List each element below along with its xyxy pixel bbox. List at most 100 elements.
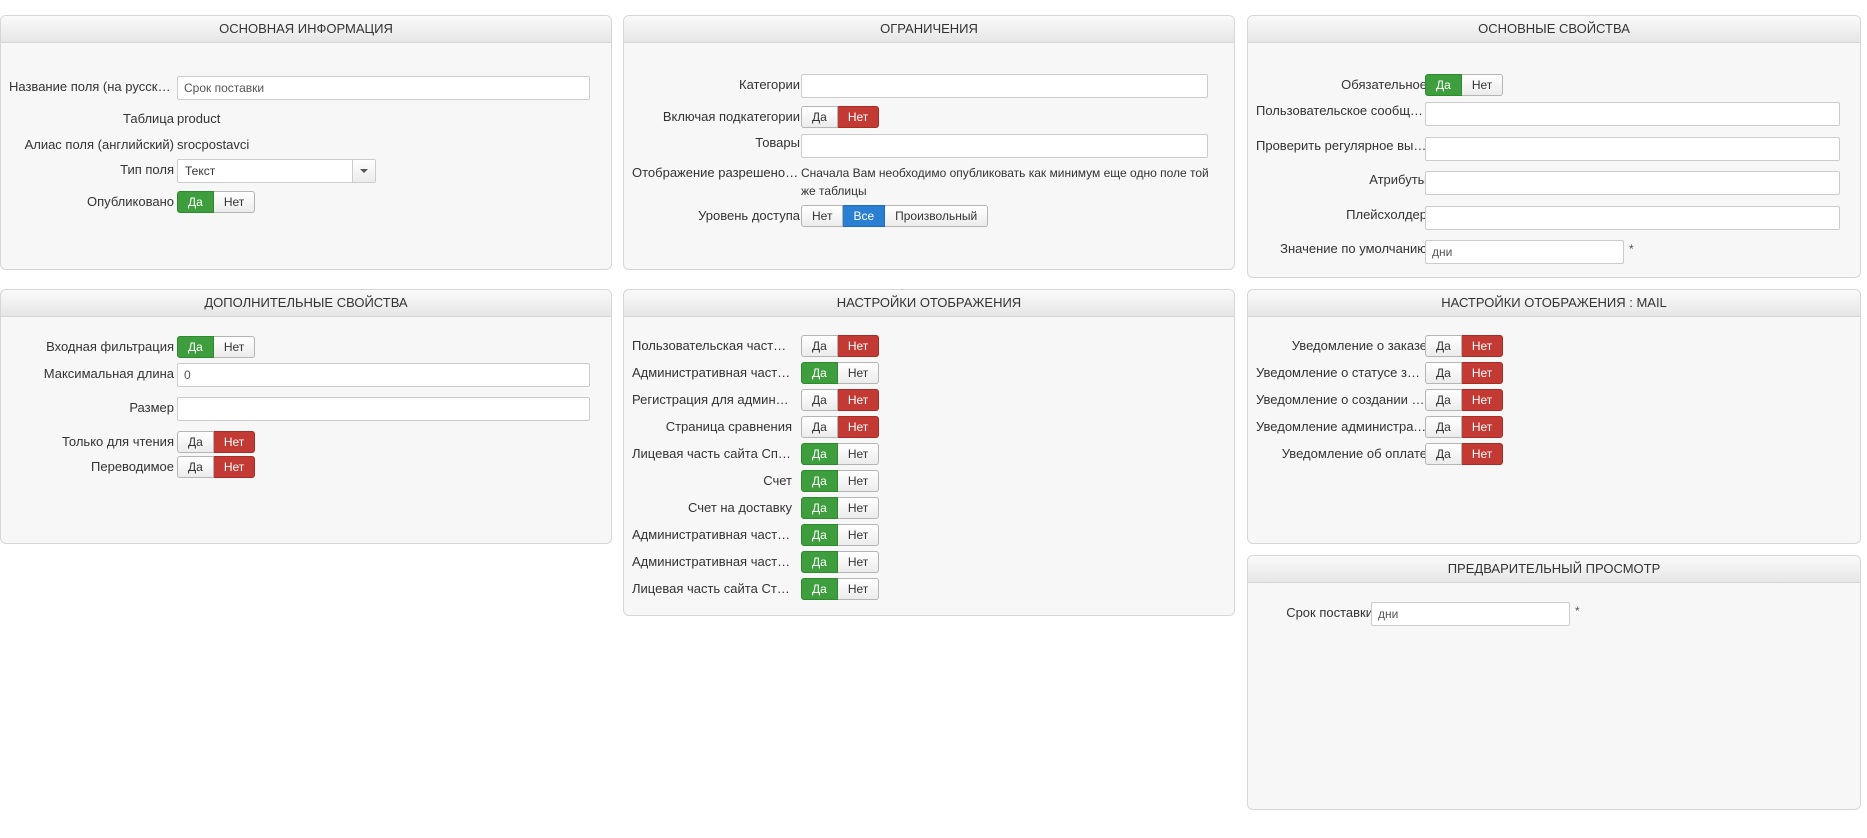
mail-setting-label: Уведомление об оплате (1281, 446, 1427, 461)
size-input[interactable] (177, 397, 590, 421)
mail-setting-yes-button[interactable]: Да (1425, 362, 1462, 384)
access-all-button[interactable]: Все (843, 205, 886, 227)
display-setting-row: Пользовательская часть сайта ДаНет (624, 332, 1234, 360)
display-setting-label: Счет на доставку (688, 500, 792, 515)
mail-setting-label: Уведомление о статусе заказа (1256, 365, 1427, 380)
mail-setting-label: Уведомление о создании аккаунта (1256, 392, 1427, 407)
display-setting-toggle: Да Нет (801, 524, 880, 546)
translatable-no-button[interactable]: Нет (213, 456, 256, 478)
display-setting-no-button[interactable]: Нет (837, 443, 880, 465)
display-setting-yes-button[interactable]: Да (801, 497, 838, 519)
mail-setting-no-button[interactable]: Нет (1461, 416, 1504, 438)
mail-setting-label: Уведомление о заказе (1291, 338, 1427, 353)
field-type-label: Тип поля (120, 162, 174, 177)
mail-setting-yes-button[interactable]: Да (1425, 416, 1462, 438)
max-length-input[interactable] (177, 363, 590, 387)
default-value-input[interactable] (1425, 240, 1624, 264)
display-settings-panel: НАСТРОЙКИ ОТОБРАЖЕНИЯ Пользовательская ч… (623, 289, 1235, 616)
display-setting-label: Административная часть сайта (632, 365, 792, 380)
access-custom-button[interactable]: Произвольный (885, 205, 989, 227)
display-setting-yes-button[interactable]: Да (801, 416, 838, 438)
mail-setting-yes-button[interactable]: Да (1425, 335, 1462, 357)
display-mail-title: НАСТРОЙКИ ОТОБРАЖЕНИЯ : MAIL (1248, 290, 1860, 317)
display-setting-no-button[interactable]: Нет (837, 578, 880, 600)
display-setting-yes-button[interactable]: Да (801, 470, 838, 492)
published-yes-button[interactable]: Да (177, 191, 214, 213)
display-setting-yes-button[interactable]: Да (801, 443, 838, 465)
mail-setting-row: Уведомление о заказе Да Нет (1248, 332, 1860, 360)
display-setting-toggle: Да Нет (801, 362, 880, 384)
display-setting-label: Административная часть сайта Список (632, 527, 792, 542)
access-level-label: Уровень доступа (698, 208, 800, 223)
mail-setting-no-button[interactable]: Нет (1461, 362, 1504, 384)
display-setting-row: Счет Да Нет (624, 467, 1234, 495)
display-setting-toggle: Да Нет (801, 470, 880, 492)
published-label: Опубликовано (87, 194, 174, 209)
mail-setting-toggle: Да Нет (1425, 335, 1504, 357)
field-name-label: Название поля (на русском) (9, 79, 174, 94)
preview-field-input[interactable] (1371, 602, 1570, 626)
basic-info-panel: ОСНОВНАЯ ИНФОРМАЦИЯ Название поля (на ру… (0, 15, 612, 270)
mail-setting-no-button[interactable]: Нет (1461, 335, 1504, 357)
display-setting-toggle: Да Нет (801, 497, 880, 519)
display-setting-row: Административная часть сайта Список ДаНет (624, 521, 1234, 549)
extra-props-panel: ДОПОЛНИТЕЛЬНЫЕ СВОЙСТВА Входная фильтрац… (0, 289, 612, 544)
preview-title: ПРЕДВАРИТЕЛЬНЫЙ ПРОСМОТР (1248, 556, 1860, 583)
display-setting-toggle: Да Нет (801, 551, 880, 573)
display-setting-no-button[interactable]: Нет (837, 551, 880, 573)
mail-setting-no-button[interactable]: Нет (1461, 443, 1504, 465)
placeholder-label: Плейсхолдер (1346, 207, 1427, 222)
chevron-down-icon (360, 169, 368, 173)
mail-setting-yes-button[interactable]: Да (1425, 389, 1462, 411)
display-setting-no-button[interactable]: Нет (837, 335, 880, 357)
display-setting-label: Регистрация для администратора (632, 392, 792, 407)
display-setting-toggle: Да Нет (801, 578, 880, 600)
mail-setting-toggle: Да Нет (1425, 389, 1504, 411)
display-setting-label: Лицевая часть сайта Список товаров (632, 446, 792, 461)
display-setting-yes-button[interactable]: Да (801, 335, 838, 357)
main-props-panel: ОСНОВНЫЕ СВОЙСТВА Обязательное Да Нет По… (1247, 15, 1861, 278)
display-setting-no-button[interactable]: Нет (837, 416, 880, 438)
display-setting-row: Административная часть сайта Заказ ДаНет (624, 548, 1234, 576)
access-none-button[interactable]: Нет (801, 205, 844, 227)
display-setting-yes-button[interactable]: Да (801, 578, 838, 600)
mail-setting-row: Уведомление о статусе заказа Да Нет (1248, 359, 1860, 387)
mail-setting-toggle: Да Нет (1425, 416, 1504, 438)
mail-setting-row: Уведомление об оплате Да Нет (1248, 440, 1860, 468)
display-setting-yes-button[interactable]: Да (801, 524, 838, 546)
preview-panel: ПРЕДВАРИТЕЛЬНЫЙ ПРОСМОТР Срок поставки * (1247, 555, 1861, 810)
display-setting-no-button[interactable]: Нет (837, 497, 880, 519)
preview-field-label: Срок поставки (1286, 605, 1373, 620)
display-setting-toggle: Да Нет (801, 443, 880, 465)
required-asterisk: * (1629, 242, 1634, 256)
display-setting-yes-button[interactable]: Да (801, 362, 838, 384)
mail-setting-yes-button[interactable]: Да (1425, 443, 1462, 465)
translatable-yes-button[interactable]: Да (177, 456, 214, 478)
attributes-label: Атрибуты (1369, 172, 1427, 187)
published-toggle: Да Нет (177, 191, 256, 213)
display-settings-title: НАСТРОЙКИ ОТОБРАЖЕНИЯ (624, 290, 1234, 317)
display-setting-label: Страница сравнения (665, 419, 792, 434)
published-no-button[interactable]: Нет (213, 191, 256, 213)
display-setting-yes-button[interactable]: Да (801, 551, 838, 573)
display-setting-toggle: Да Нет (801, 335, 880, 357)
display-setting-row: Лицевая часть сайта Страница товара ДаНет (624, 575, 1234, 603)
mail-setting-no-button[interactable]: Нет (1461, 389, 1504, 411)
display-setting-no-button[interactable]: Нет (837, 362, 880, 384)
display-setting-no-button[interactable]: Нет (837, 389, 880, 411)
display-setting-no-button[interactable]: Нет (837, 470, 880, 492)
extra-props-title: ДОПОЛНИТЕЛЬНЫЕ СВОЙСТВА (1, 290, 611, 317)
access-level-toggle: Нет Все Произвольный (801, 205, 989, 227)
display-setting-row: Регистрация для администратора ДаНет (624, 386, 1234, 414)
mail-setting-toggle: Да Нет (1425, 362, 1504, 384)
display-setting-yes-button[interactable]: Да (801, 389, 838, 411)
display-setting-label: Пользовательская часть сайта (632, 338, 792, 353)
display-allowed-label: Отображение разрешено после (632, 165, 800, 180)
display-setting-row: Счет на доставку Да Нет (624, 494, 1234, 522)
display-setting-no-button[interactable]: Нет (837, 524, 880, 546)
main-props-title: ОСНОВНЫЕ СВОЙСТВА (1248, 16, 1860, 43)
display-setting-row: Страница сравнения Да Нет (624, 413, 1234, 441)
mail-setting-row: Уведомление администратора Да Нет (1248, 413, 1860, 441)
basic-info-title: ОСНОВНАЯ ИНФОРМАЦИЯ (1, 16, 611, 43)
max-length-label: Максимальная длина (43, 366, 174, 381)
